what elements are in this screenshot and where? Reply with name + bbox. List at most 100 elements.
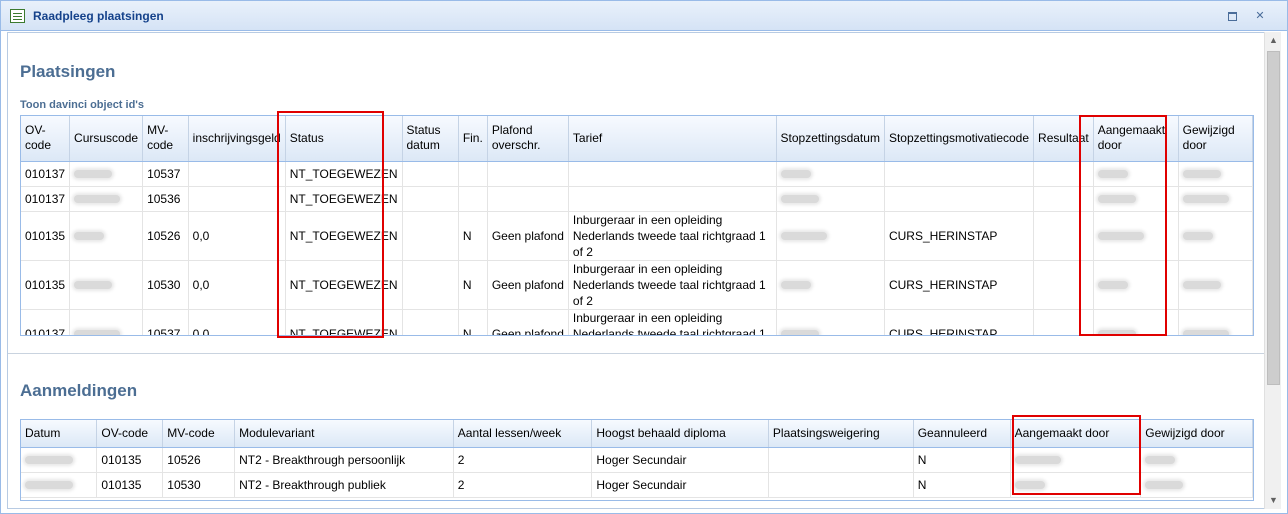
table-cell — [487, 186, 569, 212]
table-cell — [1140, 472, 1253, 498]
redacted-value — [74, 195, 121, 204]
plaatsingen-title: Plaatsingen — [20, 62, 116, 81]
table-cell — [1178, 211, 1253, 261]
col-ov-code[interactable]: OV-code — [21, 116, 71, 162]
table-cell: N — [458, 309, 488, 335]
table-cell — [458, 186, 488, 212]
table-cell: 10530 — [142, 260, 189, 310]
table-cell — [1178, 186, 1253, 212]
content-panel: Plaatsingen Toon davinci object id's OV-… — [7, 32, 1265, 509]
col-cursuscode[interactable]: Cursuscode — [69, 116, 144, 162]
table-cell: 10537 — [142, 161, 189, 187]
col-status[interactable]: Status — [285, 116, 403, 162]
table-cell — [402, 211, 459, 261]
col-mv-code[interactable]: MV-code — [142, 116, 189, 162]
table-cell — [884, 161, 1035, 187]
table-row[interactable]: 010135 10526 0,0 NT_TOEGEWEZEN N Geen plafond… — [21, 211, 1253, 261]
table-cell: N — [458, 260, 488, 310]
table-cell: 010135 — [96, 447, 164, 473]
col-aangemaakt-door[interactable]: Aangemaakt door — [1093, 116, 1179, 162]
table-row[interactable]: 010137 10537 0,0 NT_TOEGEWEZEN N Geen plafond… — [21, 309, 1253, 335]
redacted-value — [74, 232, 105, 241]
table-cell — [1033, 260, 1094, 310]
toggle-object-ids-link[interactable]: Toon davinci object id's — [20, 99, 144, 111]
redacted-value — [1182, 232, 1213, 241]
table-cell: 10526 — [142, 211, 189, 261]
plaatsingen-header-row: OV-code Cursuscode MV-code inschrijvings… — [21, 116, 1253, 162]
scroll-thumb[interactable] — [1267, 51, 1280, 385]
table-cell: Inburgeraar in een opleiding Nederlands … — [568, 309, 777, 335]
table-cell — [1140, 447, 1253, 473]
table-cell: NT2 - Breakthrough persoonlijk — [234, 447, 454, 473]
list-icon — [10, 9, 25, 23]
table-cell — [1033, 211, 1094, 261]
col-inschrijvingsgeld[interactable]: inschrijvingsgeld — [188, 116, 286, 162]
col-mv-code[interactable]: MV-code — [162, 420, 236, 448]
col-plafond-overschr[interactable]: Plafond overschr. — [487, 116, 569, 162]
col-stopzettingsdatum[interactable]: Stopzettingsdatum — [776, 116, 885, 162]
table-cell — [1033, 186, 1094, 212]
table-row[interactable]: 010135 10530 NT2 - Breakthrough publiek 2 Ho… — [21, 472, 1253, 498]
window-title: Raadpleeg plaatsingen — [33, 9, 164, 23]
col-plaatsingsweigering[interactable]: Plaatsingsweigering — [768, 420, 914, 448]
redacted-value — [1097, 195, 1136, 204]
col-fin[interactable]: Fin. — [458, 116, 488, 162]
col-tarief[interactable]: Tarief — [568, 116, 777, 162]
redacted-value — [25, 456, 73, 465]
table-cell: 010135 — [21, 211, 71, 261]
table-cell: N — [913, 447, 1011, 473]
scroll-up-icon[interactable]: ▲ — [1265, 32, 1282, 49]
table-row[interactable]: 010135 10526 NT2 - Breakthrough persoonlij… — [21, 447, 1253, 473]
redacted-value — [1145, 456, 1176, 465]
col-modulevariant[interactable]: Modulevariant — [234, 420, 454, 448]
maximize-icon[interactable] — [1225, 9, 1239, 23]
col-datum[interactable]: Datum — [21, 420, 98, 448]
table-row[interactable]: 010137 10536 NT_TOEGEWEZEN — [21, 186, 1253, 212]
table-cell — [487, 161, 569, 187]
redacted-value — [780, 232, 827, 241]
col-geannuleerd[interactable]: Geannuleerd — [913, 420, 1011, 448]
table-cell: N — [458, 211, 488, 261]
col-ov-code[interactable]: OV-code — [96, 420, 164, 448]
table-cell — [458, 161, 488, 187]
redacted-value — [1014, 456, 1061, 465]
redacted-value — [1097, 281, 1128, 290]
col-status-datum[interactable]: Status datum — [402, 116, 459, 162]
redacted-value — [25, 481, 73, 490]
redacted-value — [74, 170, 113, 179]
table-cell: 10526 — [162, 447, 236, 473]
col-resultaat[interactable]: Resultaat — [1033, 116, 1094, 162]
table-cell: Geen plafond — [487, 260, 569, 310]
table-cell — [776, 186, 885, 212]
table-cell — [1093, 211, 1179, 261]
table-cell — [884, 186, 1035, 212]
table-cell: 0,0 — [188, 309, 286, 335]
table-cell: 10530 — [162, 472, 236, 498]
table-cell: Geen plafond — [487, 309, 569, 335]
aanmeldingen-grid: Datum OV-code MV-code Modulevariant Aant… — [20, 419, 1254, 501]
table-cell: NT_TOEGEWEZEN — [285, 186, 403, 212]
table-cell — [768, 472, 914, 498]
vertical-scrollbar[interactable]: ▲ ▼ — [1264, 32, 1281, 509]
col-gewijzigd-door[interactable]: Gewijzigd door — [1178, 116, 1253, 162]
col-aantal-lessen-week[interactable]: Aantal lessen/week — [453, 420, 593, 448]
table-cell: 2 — [453, 447, 593, 473]
col-hoogst-behaald-diploma[interactable]: Hoogst behaald diploma — [591, 420, 769, 448]
close-icon[interactable]: ✕ — [1253, 9, 1267, 23]
redacted-value — [780, 330, 819, 335]
col-gewijzigd-door[interactable]: Gewijzigd door — [1140, 420, 1253, 448]
table-row[interactable]: 010135 10530 0,0 NT_TOEGEWEZEN N Geen plafond… — [21, 260, 1253, 310]
table-cell — [21, 472, 98, 498]
col-stopzettingsmotivatiecode[interactable]: Stopzettingsmotivatiecode — [884, 116, 1035, 162]
table-cell — [69, 260, 144, 310]
redacted-value — [1182, 281, 1221, 290]
table-cell: 010135 — [96, 472, 164, 498]
table-cell: NT_TOEGEWEZEN — [285, 309, 403, 335]
table-cell — [776, 211, 885, 261]
col-aangemaakt-door[interactable]: Aangemaakt door — [1010, 420, 1142, 448]
table-cell — [69, 161, 144, 187]
table-row[interactable]: 010137 10537 NT_TOEGEWEZEN — [21, 161, 1253, 187]
redacted-value — [1014, 481, 1045, 490]
scroll-down-icon[interactable]: ▼ — [1265, 492, 1282, 509]
table-cell — [188, 186, 286, 212]
